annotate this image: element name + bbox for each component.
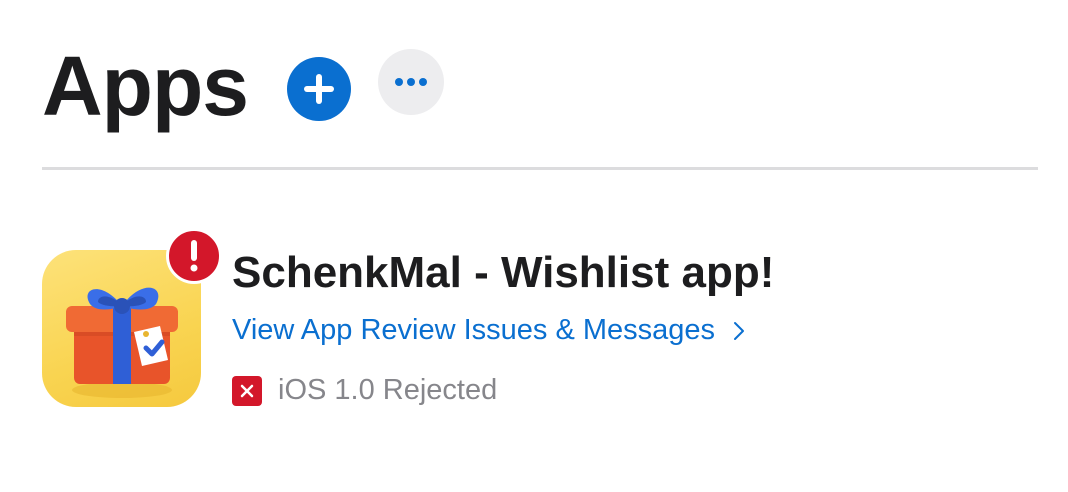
view-review-issues-link[interactable]: View App Review Issues & Messages (232, 314, 745, 347)
ellipsis-icon (395, 78, 427, 86)
header-divider (42, 167, 1038, 170)
plus-icon (304, 74, 334, 104)
app-name[interactable]: SchenkMal - Wishlist app! (232, 248, 774, 298)
app-status: iOS 1.0 Rejected (232, 374, 497, 407)
page-header: Apps (42, 34, 444, 144)
chevron-right-icon (734, 321, 745, 340)
page-title: Apps (42, 39, 249, 133)
rejected-x-icon (232, 375, 262, 406)
exclamation-icon (190, 240, 198, 272)
more-options-button[interactable] (378, 49, 444, 115)
status-text: iOS 1.0 Rejected (278, 374, 498, 406)
alert-badge (166, 228, 222, 284)
review-link-label: View App Review Issues & Messages (232, 314, 716, 346)
app-list-item[interactable]: SchenkMal - Wishlist app! View App Revie… (42, 228, 1038, 428)
add-app-button[interactable] (287, 57, 351, 121)
